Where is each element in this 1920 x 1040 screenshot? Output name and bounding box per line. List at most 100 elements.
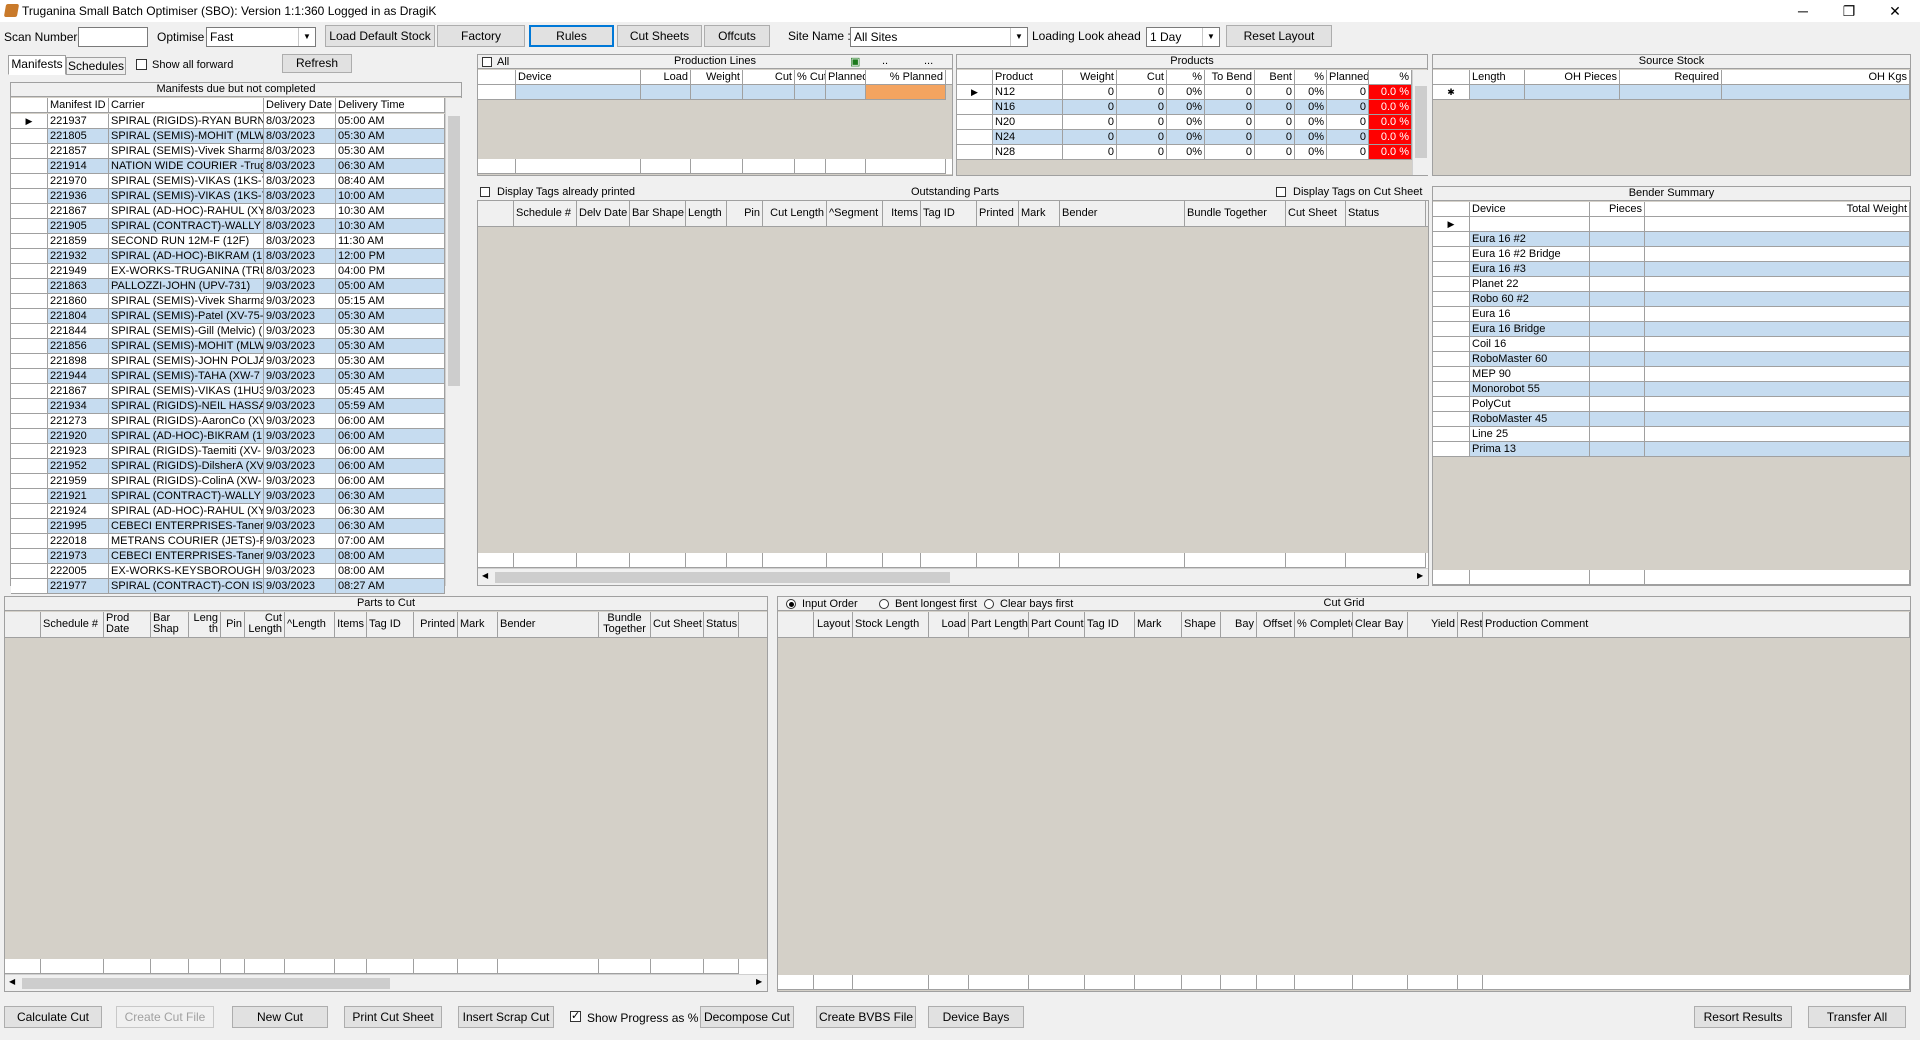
col-pct-complete[interactable]: % Complete — [1295, 612, 1353, 637]
col-cut-length[interactable]: Cut Length — [245, 612, 285, 637]
scroll-left-icon[interactable]: ◀ — [482, 571, 488, 580]
col-delv-date[interactable]: Delv Date — [577, 201, 630, 226]
scroll-thumb[interactable] — [22, 978, 390, 989]
col-tag-id[interactable]: Tag ID — [367, 612, 414, 637]
table-row[interactable]: 221977 SPIRAL (CONTRACT)-CON IS 9/03/2023 0… — [11, 579, 445, 594]
table-row[interactable]: 221857 SPIRAL (SEMIS)-Vivek Sharma 8/03/20… — [11, 144, 445, 159]
col-tag-id[interactable]: Tag ID — [1085, 612, 1135, 637]
display-printed-checkbox[interactable] — [480, 187, 490, 197]
table-row[interactable]: Coil 16 — [1433, 337, 1910, 352]
col-prod-date[interactable]: Prod Date — [104, 612, 151, 637]
col-device[interactable]: Device — [1470, 202, 1590, 216]
table-row[interactable]: Prima 13 — [1433, 442, 1910, 457]
col-pct-planned[interactable]: % — [1369, 70, 1412, 84]
create-cut-file-button[interactable]: Create Cut File — [116, 1006, 214, 1028]
col-shape[interactable]: Shape — [1182, 612, 1221, 637]
table-row[interactable]: 222018 METRANS COURIER (JETS)-P 9/03/2023 0… — [11, 534, 445, 549]
resort-results-button[interactable]: Resort Results — [1694, 1006, 1792, 1028]
col-clear-bay[interactable]: Clear Bay — [1353, 612, 1408, 637]
table-row[interactable]: 221867 SPIRAL (AD-HOC)-RAHUL (XY 8/03/2023… — [11, 204, 445, 219]
col-length-sort[interactable]: ^Length — [285, 612, 335, 637]
table-row[interactable]: 221905 SPIRAL (CONTRACT)-WALLY 8/03/2023 10… — [11, 219, 445, 234]
scroll-left-icon[interactable]: ◀ — [9, 977, 15, 986]
refresh-button[interactable]: Refresh — [282, 54, 352, 73]
table-row[interactable]: N24 0 0 0% 0 0 0% 0 0.0 % — [957, 130, 1412, 145]
show-all-forward-checkbox[interactable] — [136, 59, 147, 70]
table-row[interactable]: 221995 CEBECI ENTERPRISES-Taner 9/03/2023 0… — [11, 519, 445, 534]
scroll-thumb[interactable] — [448, 116, 460, 386]
table-row[interactable]: 221920 SPIRAL (AD-HOC)-BIKRAM (1I 9/03/202… — [11, 429, 445, 444]
manifests-vscroll[interactable] — [445, 98, 462, 586]
create-bvbs-file-button[interactable]: Create BVBS File — [816, 1006, 916, 1028]
reset-layout-button[interactable]: Reset Layout — [1226, 25, 1332, 47]
scroll-thumb[interactable] — [495, 572, 950, 583]
col-mark[interactable]: Mark — [1019, 201, 1060, 226]
table-row[interactable]: 221860 SPIRAL (SEMIS)-Vivek Sharma 9/03/20… — [11, 294, 445, 309]
col-cut-length[interactable]: Cut Length — [763, 201, 827, 226]
col-schedule[interactable]: Schedule # — [514, 201, 577, 226]
show-progress-checkbox[interactable] — [570, 1009, 581, 1022]
col-to-bend[interactable]: To Bend — [1205, 70, 1255, 84]
col-bender[interactable]: Bender — [1060, 201, 1185, 226]
excel-icon[interactable]: ▣ — [850, 55, 860, 68]
col-part-length[interactable]: Part Length — [969, 612, 1029, 637]
bent-longest-radio[interactable] — [879, 599, 889, 609]
col-printed[interactable]: Printed — [414, 612, 458, 637]
col-yield[interactable]: Yield — [1408, 612, 1458, 637]
table-row[interactable]: Eura 16 Bridge — [1433, 322, 1910, 337]
col-length[interactable]: Length — [1470, 70, 1525, 84]
col-items[interactable]: Items — [335, 612, 367, 637]
table-row[interactable]: N16 0 0 0% 0 0 0% 0 0.0 % — [957, 100, 1412, 115]
table-row[interactable]: 222005 EX-WORKS-KEYSBOROUGH (9/03/2023 08:… — [11, 564, 445, 579]
transfer-all-button[interactable]: Transfer All — [1808, 1006, 1906, 1028]
table-row[interactable]: Eura 16 #3 — [1433, 262, 1910, 277]
device-bays-button[interactable]: Device Bays — [928, 1006, 1024, 1028]
col-cut[interactable]: Cut — [1117, 70, 1167, 84]
col-rest[interactable]: Rest — [1458, 612, 1483, 637]
col-pct[interactable]: % — [1167, 70, 1205, 84]
rules-button[interactable]: Rules — [529, 25, 614, 47]
tab-manifests[interactable]: Manifests — [8, 55, 66, 75]
col-offset[interactable]: Offset — [1257, 612, 1295, 637]
outstanding-hscroll[interactable]: ◀ ▶ — [478, 568, 1428, 585]
table-row[interactable]: Robo 60 #2 — [1433, 292, 1910, 307]
col-schedule[interactable]: Schedule # — [41, 612, 104, 637]
table-row[interactable]: 221898 SPIRAL (SEMIS)-JOHN POLJA 9/03/2023… — [11, 354, 445, 369]
col-pin[interactable]: Pin — [221, 612, 245, 637]
col-pin[interactable]: Pin — [727, 201, 763, 226]
col-weight[interactable]: Weight — [1063, 70, 1117, 84]
col-mark[interactable]: Mark — [458, 612, 498, 637]
tab-schedules[interactable]: Schedules — [66, 57, 126, 75]
optimise-select[interactable]: Fast ▼ — [206, 27, 316, 47]
col-oh-pieces[interactable]: OH Pieces — [1525, 70, 1620, 84]
col-status[interactable]: Status — [704, 612, 739, 637]
scroll-right-icon[interactable]: ▶ — [1417, 571, 1423, 580]
table-row[interactable]: Planet 22 — [1433, 277, 1910, 292]
scroll-right-icon[interactable]: ▶ — [756, 977, 762, 986]
factory-button[interactable]: Factory — [437, 25, 525, 47]
display-cut-checkbox[interactable] — [1276, 187, 1286, 197]
table-row[interactable]: 221949 EX-WORKS-TRUGANINA (TRU 8/03/2023 04… — [11, 264, 445, 279]
load-default-stock-button[interactable]: Load Default Stock — [325, 25, 435, 47]
decompose-cut-button[interactable]: Decompose Cut — [700, 1006, 794, 1028]
table-row[interactable]: 221952 SPIRAL (RIGIDS)-DilsherA (XV 9/03/2… — [11, 459, 445, 474]
products-vscroll[interactable] — [1412, 70, 1429, 175]
col-pieces[interactable]: Pieces — [1590, 202, 1645, 216]
table-row[interactable]: MEP 90 — [1433, 367, 1910, 382]
production-more-button-1[interactable]: .. — [882, 55, 888, 67]
col-bundle-together[interactable]: Bundle Together — [1185, 201, 1286, 226]
parts-hscroll[interactable]: ◀ ▶ — [5, 974, 767, 991]
table-row[interactable]: Eura 16 #2 — [1433, 232, 1910, 247]
scan-number-input[interactable] — [78, 27, 148, 47]
table-row[interactable]: N20 0 0 0% 0 0 0% 0 0.0 % — [957, 115, 1412, 130]
col-manifest-id[interactable]: Manifest ID — [48, 98, 109, 112]
col-tag-id[interactable]: Tag ID — [921, 201, 977, 226]
col-cut-sheet[interactable]: Cut Sheet — [1286, 201, 1346, 226]
production-more-button-2[interactable]: ... — [924, 55, 933, 67]
input-order-radio[interactable] — [786, 599, 796, 609]
table-row[interactable]: ▶ N12 0 0 0% 0 0 0% 0 0.0 % — [957, 85, 1412, 100]
table-row[interactable]: 221959 SPIRAL (RIGIDS)-ColinA (XW- 9/03/20… — [11, 474, 445, 489]
col-bent[interactable]: Bent — [1255, 70, 1295, 84]
col-pct-cut[interactable]: % Cut — [795, 70, 826, 84]
site-name-select[interactable]: All Sites ▼ — [850, 27, 1028, 47]
